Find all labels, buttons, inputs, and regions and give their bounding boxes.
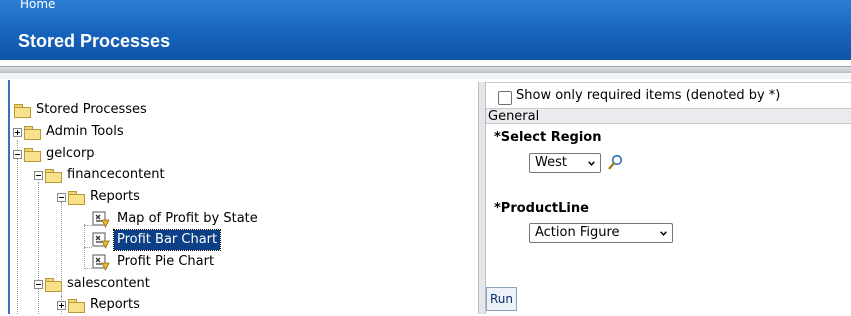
tree-node-label: Reports (90, 189, 140, 204)
toolbar-shadow (0, 73, 851, 79)
header-banner: Home Stored Processes (0, 0, 851, 60)
tree-node-label: Admin Tools (46, 124, 124, 139)
tree-guide-line (38, 182, 39, 314)
folder-icon (68, 298, 85, 313)
collapse-icon[interactable] (34, 279, 43, 289)
region-select[interactable]: West (529, 153, 601, 173)
tree-item-label: Profit Bar Chart (112, 229, 222, 251)
region-label: *Select Region (494, 130, 602, 145)
stored-process-icon (92, 211, 110, 228)
tree-guide-line (84, 225, 92, 226)
tree-item-profit-pie-chart[interactable]: Profit Pie Chart (92, 252, 217, 272)
tree-node-salescontent[interactable]: salescontent (34, 274, 153, 294)
group-header-general: General (486, 108, 851, 124)
required-only-checkbox[interactable] (498, 91, 512, 105)
tree-guide-line (17, 140, 18, 314)
folder-icon (24, 125, 41, 140)
tree-node-financecontent[interactable]: financecontent (34, 165, 168, 185)
productline-select[interactable]: Action Figure (529, 223, 673, 243)
home-link[interactable]: Home (20, 0, 55, 11)
productline-select-value: Action Figure (535, 225, 620, 240)
stored-process-icon (92, 254, 110, 271)
folder-icon (24, 147, 41, 162)
tree-node-reports-sales[interactable]: Reports (57, 295, 143, 315)
tree-item-label: Profit Pie Chart (117, 254, 215, 269)
tree-item-map-of-profit[interactable]: Map of Profit by State (92, 209, 261, 229)
chevron-down-icon (660, 231, 667, 236)
tree-node-label: Reports (90, 297, 140, 312)
tree-guide-line (84, 247, 92, 248)
expand-icon[interactable] (13, 127, 22, 137)
tree-guide-line (84, 224, 85, 267)
tree-node-reports[interactable]: Reports (57, 187, 143, 207)
productline-label: *ProductLine (494, 201, 589, 216)
stored-process-icon (92, 232, 110, 249)
collapse-icon[interactable] (57, 192, 66, 202)
folder-icon (14, 103, 31, 118)
chevron-down-icon (588, 161, 595, 166)
panel-splitter[interactable] (478, 82, 486, 314)
tree-node-gelcorp[interactable]: gelcorp (13, 144, 98, 164)
tree-node-label: salescontent (67, 276, 150, 291)
collapse-icon[interactable] (13, 149, 22, 159)
folder-icon (45, 277, 62, 292)
parameters-panel: Show only required items (denoted by *) … (486, 82, 851, 315)
tree-guide-line (84, 268, 92, 269)
search-icon[interactable] (607, 154, 623, 171)
tree-item-profit-bar-chart[interactable]: Profit Bar Chart (92, 229, 222, 251)
stored-process-tree: Stored Processes Admin Tools gelcorp fin… (10, 82, 478, 314)
required-only-label: Show only required items (denoted by *) (516, 88, 781, 103)
folder-icon (68, 190, 85, 205)
tree-node-label: Stored Processes (36, 102, 147, 117)
region-select-value: West (535, 155, 567, 170)
expand-icon[interactable] (57, 300, 66, 310)
tree-node-label: financecontent (67, 167, 165, 182)
folder-icon (45, 168, 62, 183)
page-title: Stored Processes (18, 31, 171, 51)
toolbar-strip (0, 66, 851, 73)
tree-node-label: gelcorp (46, 146, 95, 161)
tree-item-label: Map of Profit by State (117, 211, 258, 226)
tree-node-stored-processes[interactable]: Stored Processes (14, 100, 150, 120)
run-button[interactable]: Run (486, 287, 518, 311)
tree-node-admin-tools[interactable]: Admin Tools (13, 122, 127, 142)
collapse-icon[interactable] (34, 170, 43, 180)
